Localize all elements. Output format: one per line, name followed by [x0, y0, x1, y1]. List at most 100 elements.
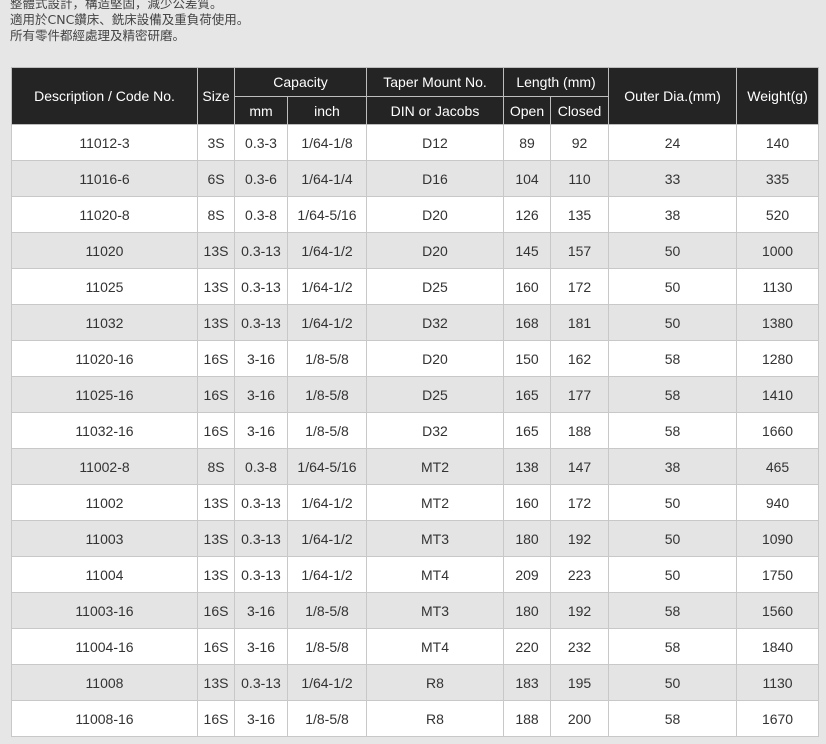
- length-closed-cell: 172: [549, 484, 610, 521]
- length-open-cell: 89: [503, 124, 551, 161]
- length-closed-cell: 232: [549, 628, 610, 665]
- length-open-cell: 126: [503, 196, 551, 233]
- table-row: 11008 13S 0.3-13 1/64-1/2 R8 183 195 50 1130: [11, 664, 820, 701]
- capacity-mm-cell: 0.3-13: [234, 484, 288, 521]
- length-open-cell: 138: [503, 448, 551, 485]
- weight-cell: 335: [736, 160, 820, 197]
- size-cell: 8S: [197, 448, 235, 485]
- size-cell: 16S: [197, 592, 235, 629]
- capacity-inch-cell: 1/64-1/8: [287, 124, 367, 161]
- code-cell: 11002-8: [11, 448, 198, 485]
- weight-cell: 940: [736, 484, 820, 521]
- outer-dia-cell: 50: [608, 232, 738, 269]
- length-closed-cell: 172: [549, 268, 610, 305]
- length-open-cell: 150: [503, 340, 551, 377]
- size-cell: 13S: [197, 232, 235, 269]
- size-cell: 3S: [197, 124, 235, 161]
- weight-cell: 1380: [736, 304, 820, 341]
- size-cell: 6S: [197, 160, 235, 197]
- capacity-mm-cell: 3-16: [234, 340, 288, 377]
- code-cell: 11003: [11, 520, 198, 557]
- weight-cell: 1410: [736, 376, 820, 413]
- taper-cell: D32: [366, 412, 504, 449]
- outer-dia-cell: 50: [608, 520, 738, 557]
- table-row: 11016-6 6S 0.3-6 1/64-1/4 D16 104 110 33 335: [11, 160, 820, 197]
- header-weight: Weight(g): [736, 67, 820, 125]
- header-length: Length (mm): [502, 67, 610, 97]
- length-closed-cell: 200: [549, 700, 610, 737]
- table-row: 11003 13S 0.3-13 1/64-1/2 MT3 180 192 50 1090: [11, 520, 820, 557]
- code-cell: 11002: [11, 484, 198, 521]
- capacity-inch-cell: 1/64-1/2: [287, 232, 367, 269]
- outer-dia-cell: 50: [608, 268, 738, 305]
- length-open-cell: 168: [503, 304, 551, 341]
- code-cell: 11012-3: [11, 124, 198, 161]
- table-row: 11025-16 16S 3-16 1/8-5/8 D25 165 177 58 1410: [11, 376, 820, 413]
- length-closed-cell: 162: [549, 340, 610, 377]
- length-closed-cell: 188: [549, 412, 610, 449]
- length-open-cell: 180: [503, 592, 551, 629]
- length-open-cell: 160: [503, 484, 551, 521]
- table-row: 11002 13S 0.3-13 1/64-1/2 MT2 160 172 50 940: [11, 484, 820, 521]
- capacity-mm-cell: 0.3-13: [234, 520, 288, 557]
- length-open-cell: 145: [503, 232, 551, 269]
- header-capacity-mm: mm: [234, 96, 288, 125]
- code-cell: 11008-16: [11, 700, 198, 737]
- length-open-cell: 209: [503, 556, 551, 593]
- weight-cell: 1280: [736, 340, 820, 377]
- length-closed-cell: 195: [549, 664, 610, 701]
- length-closed-cell: 92: [549, 124, 610, 161]
- length-closed-cell: 135: [549, 196, 610, 233]
- size-cell: 8S: [197, 196, 235, 233]
- capacity-inch-cell: 1/64-1/2: [287, 484, 367, 521]
- table-row: 11020-16 16S 3-16 1/8-5/8 D20 150 162 58 1280: [11, 340, 820, 377]
- weight-cell: 1090: [736, 520, 820, 557]
- code-cell: 11004-16: [11, 628, 198, 665]
- capacity-inch-cell: 1/64-5/16: [287, 448, 367, 485]
- header-capacity-inch: inch: [287, 96, 367, 125]
- taper-cell: D32: [366, 304, 504, 341]
- outer-dia-cell: 24: [608, 124, 738, 161]
- capacity-mm-cell: 0.3-8: [234, 196, 288, 233]
- spec-table: Description / Code No. Size Capacity Tap…: [11, 67, 820, 737]
- outer-dia-cell: 38: [608, 448, 738, 485]
- size-cell: 13S: [197, 268, 235, 305]
- size-cell: 16S: [197, 376, 235, 413]
- outer-dia-cell: 38: [608, 196, 738, 233]
- taper-cell: D20: [366, 196, 504, 233]
- weight-cell: 1670: [736, 700, 820, 737]
- header-taper: Taper Mount No.: [366, 67, 504, 97]
- length-closed-cell: 147: [549, 448, 610, 485]
- code-cell: 11008: [11, 664, 198, 701]
- taper-cell: D25: [366, 268, 504, 305]
- capacity-mm-cell: 0.3-3: [234, 124, 288, 161]
- weight-cell: 1130: [736, 268, 820, 305]
- capacity-mm-cell: 3-16: [234, 592, 288, 629]
- header-taper-sub: DIN or Jacobs: [366, 96, 504, 125]
- length-open-cell: 160: [503, 268, 551, 305]
- capacity-inch-cell: 1/8-5/8: [287, 700, 367, 737]
- table-body: 11012-3 3S 0.3-3 1/64-1/8 D12 89 92 24 140 11016-…: [11, 124, 820, 737]
- code-cell: 11020-8: [11, 196, 198, 233]
- capacity-inch-cell: 1/8-5/8: [287, 412, 367, 449]
- capacity-mm-cell: 3-16: [234, 700, 288, 737]
- length-open-cell: 165: [503, 412, 551, 449]
- weight-cell: 1660: [736, 412, 820, 449]
- capacity-inch-cell: 1/64-1/2: [287, 304, 367, 341]
- weight-cell: 1840: [736, 628, 820, 665]
- header-capacity: Capacity: [234, 67, 367, 97]
- table-row: 11032-16 16S 3-16 1/8-5/8 D32 165 188 58 1660: [11, 412, 820, 449]
- taper-cell: D25: [366, 376, 504, 413]
- header-outer-dia: Outer Dia.(mm): [608, 67, 738, 125]
- weight-cell: 1000: [736, 232, 820, 269]
- outer-dia-cell: 58: [608, 592, 738, 629]
- table-row: 11002-8 8S 0.3-8 1/64-5/16 MT2 138 147 38 465: [11, 448, 820, 485]
- size-cell: 13S: [197, 304, 235, 341]
- outer-dia-cell: 50: [608, 304, 738, 341]
- header-length-closed: Closed: [549, 96, 610, 125]
- taper-cell: D20: [366, 232, 504, 269]
- weight-cell: 1560: [736, 592, 820, 629]
- length-closed-cell: 157: [549, 232, 610, 269]
- intro-text: 整體式設計，構造堅固，減少公差質。 適用於CNC鑽床、銑床設備及重負荷使用。 所…: [10, 0, 249, 45]
- weight-cell: 140: [736, 124, 820, 161]
